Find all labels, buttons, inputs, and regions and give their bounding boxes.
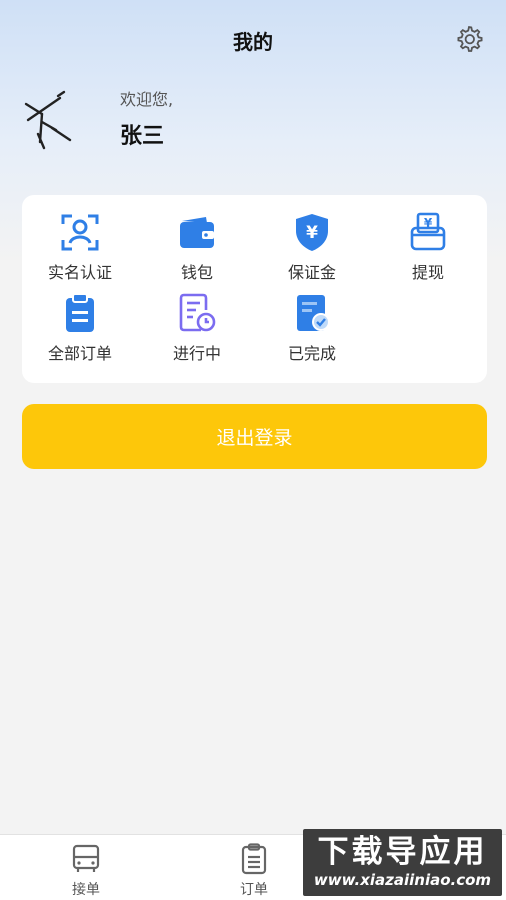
tab-label: 订单 (240, 882, 268, 898)
watermark-url: www.xiazaiiniao.com (313, 870, 492, 889)
menu-item-label: 进行中 (172, 344, 221, 363)
menu-item-deposit[interactable]: ¥ 保证金 (257, 211, 367, 287)
menu-item-label: 保证金 (287, 263, 336, 282)
menu-item-label: 钱包 (180, 263, 213, 282)
menu-item-label: 实名认证 (47, 263, 112, 282)
tab-accept-orders[interactable]: 接单 (41, 843, 131, 899)
tab-label: 接单 (72, 882, 100, 898)
doc-check-icon (297, 295, 330, 331)
doc-clock-icon (179, 293, 216, 332)
page-title: 我的 (233, 29, 273, 54)
logout-button[interactable]: 退出登录 (22, 404, 487, 469)
yen-shield-icon: ¥ (296, 214, 328, 251)
gear-icon[interactable] (454, 24, 484, 54)
withdraw-icon: ¥ (410, 212, 446, 251)
watermark-title: 下载导应用 (317, 833, 488, 870)
menu-item-wallet[interactable]: 钱包 (142, 211, 252, 287)
function-card: 实名认证 钱包 ¥ 保证金 ¥ 提现 全部订单 进行中 已完成 (22, 195, 487, 383)
svg-text:¥: ¥ (306, 223, 318, 243)
page-header: 我的 (0, 18, 506, 62)
menu-item-all-orders[interactable]: 全部订单 (25, 292, 135, 368)
welcome-text: 欢迎您, (120, 90, 174, 109)
menu-item-label: 提现 (411, 263, 444, 282)
clipboard-icon (66, 293, 94, 332)
svg-text:¥: ¥ (424, 216, 433, 230)
order-list-icon (241, 843, 267, 875)
username: 张三 (120, 124, 165, 149)
profile-section: 欢迎您, 张三 (22, 84, 482, 164)
tab-orders[interactable]: 订单 (209, 843, 299, 899)
menu-item-completed[interactable]: 已完成 (257, 292, 367, 368)
menu-item-label: 全部订单 (47, 344, 112, 363)
id-scan-icon (61, 214, 99, 251)
menu-item-withdraw[interactable]: ¥ 提现 (373, 211, 483, 287)
menu-item-real-name[interactable]: 实名认证 (25, 211, 135, 287)
wallet-icon (180, 217, 214, 248)
avatar[interactable] (22, 90, 82, 152)
bus-icon (72, 844, 100, 872)
menu-item-in-progress[interactable]: 进行中 (142, 292, 252, 368)
menu-item-label: 已完成 (287, 344, 336, 363)
watermark-logo: 下载导应用 www.xiazaiiniao.com (303, 829, 502, 896)
